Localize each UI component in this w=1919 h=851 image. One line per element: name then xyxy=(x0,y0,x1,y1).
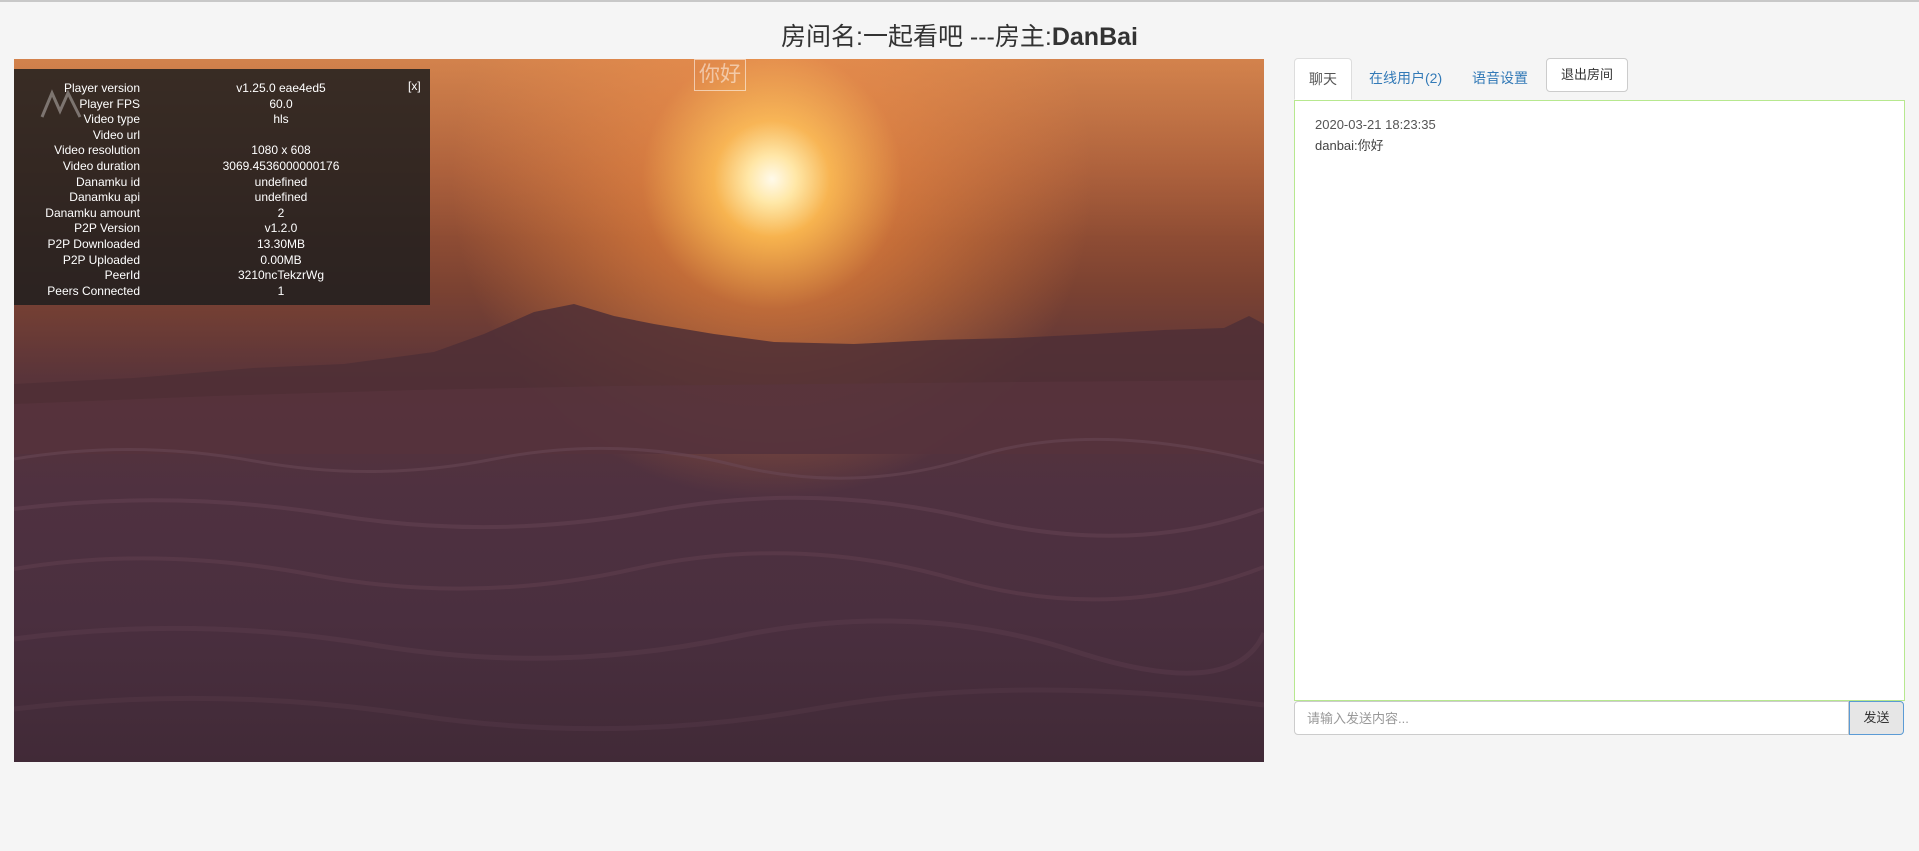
info-value: 0.00MB xyxy=(260,252,302,267)
info-value: 1080 x 608 xyxy=(251,143,311,158)
page-title: 房间名:一起看吧 ---房主:DanBai xyxy=(0,20,1919,54)
info-key: Video resolution xyxy=(54,143,140,158)
tab-online-users[interactable]: 在线用户(2) xyxy=(1369,58,1442,99)
info-value: v1.25.0 eae4ed5 xyxy=(236,81,326,95)
info-value: 2 xyxy=(277,205,285,220)
top-border xyxy=(0,0,1919,2)
info-key: Danamku id xyxy=(75,174,140,189)
info-row: Video url xyxy=(14,128,430,144)
info-row: Video type hls xyxy=(14,112,430,128)
chat-input[interactable] xyxy=(1294,701,1849,735)
exit-room-button[interactable]: 退出房间 xyxy=(1546,58,1628,92)
info-value: 13.30MB xyxy=(256,236,306,251)
info-row: P2P Version v1.2.0 xyxy=(14,221,430,237)
info-key: P2P Downloaded xyxy=(47,236,140,251)
info-key: Video duration xyxy=(62,158,140,173)
tab-voice-settings[interactable]: 语音设置 xyxy=(1472,58,1528,99)
info-key: Video type xyxy=(83,112,141,127)
info-row: Player version v1.25.0 eae4ed5 xyxy=(14,81,430,97)
info-value: v1.2.0 xyxy=(264,221,298,236)
info-key: Video url xyxy=(92,127,140,142)
danmaku-comment: 你好 xyxy=(694,59,746,91)
info-value: hls xyxy=(273,112,289,127)
player-info-panel: [x] Player version v1.25.0 eae4ed5 Player… xyxy=(14,69,430,305)
info-key: Player version xyxy=(63,81,140,95)
info-key: P2P Uploaded xyxy=(62,252,140,267)
info-value: 3069.4536000000176 xyxy=(222,158,340,173)
send-button[interactable]: 发送 xyxy=(1849,701,1904,735)
info-row: Video resolution 1080 x 608 xyxy=(14,143,430,159)
info-key: Player FPS xyxy=(79,96,140,111)
snow-ripples xyxy=(14,437,1264,732)
info-key: Danamku amount xyxy=(45,205,140,220)
info-row: P2P Uploaded 0.00MB xyxy=(14,253,430,269)
info-value: 3210ncTekzrWg xyxy=(237,268,325,283)
info-key: Danamku api xyxy=(69,190,140,205)
room-label: 房间名:一起看吧 ---房主: xyxy=(781,23,1052,51)
message-text: danbai:你好 xyxy=(1315,138,1384,153)
info-row: Danamku api undefined xyxy=(14,190,430,206)
message-time: 2020-03-21 18:23:35 xyxy=(1315,117,1436,132)
info-value: undefined xyxy=(254,190,308,205)
tab-chat[interactable]: 聊天 xyxy=(1294,58,1352,100)
info-key: P2P Version xyxy=(74,221,140,236)
info-list: Player version v1.25.0 eae4ed5 Player FPS… xyxy=(14,81,430,299)
info-row: Danamku amount 2 xyxy=(14,206,430,222)
info-row: PeerId 3210ncTekzrWg xyxy=(14,268,430,284)
info-row: Player FPS 60.0 xyxy=(14,97,430,113)
info-row: Danamku id undefined xyxy=(14,175,430,191)
host-name: DanBai xyxy=(1051,23,1138,51)
info-key: PeerId xyxy=(104,268,140,283)
info-value: 60.0 xyxy=(269,96,293,111)
info-row: Peers Connected 1 xyxy=(14,284,430,300)
info-value: 1 xyxy=(277,283,285,298)
info-value: undefined xyxy=(254,174,308,189)
info-row: P2P Downloaded 13.30MB xyxy=(14,237,430,253)
info-row: Video duration 3069.4536000000176 xyxy=(14,159,430,175)
chat-message-list[interactable]: 2020-03-21 18:23:35 danbai:你好 xyxy=(1294,100,1905,701)
chat-message: 2020-03-21 18:23:35 danbai:你好 xyxy=(1315,114,1436,156)
info-key: Peers Connected xyxy=(47,283,140,298)
video-player[interactable]: 你好 [x] Player version v1.25.0 eae4ed5 Pla… xyxy=(14,59,1264,762)
